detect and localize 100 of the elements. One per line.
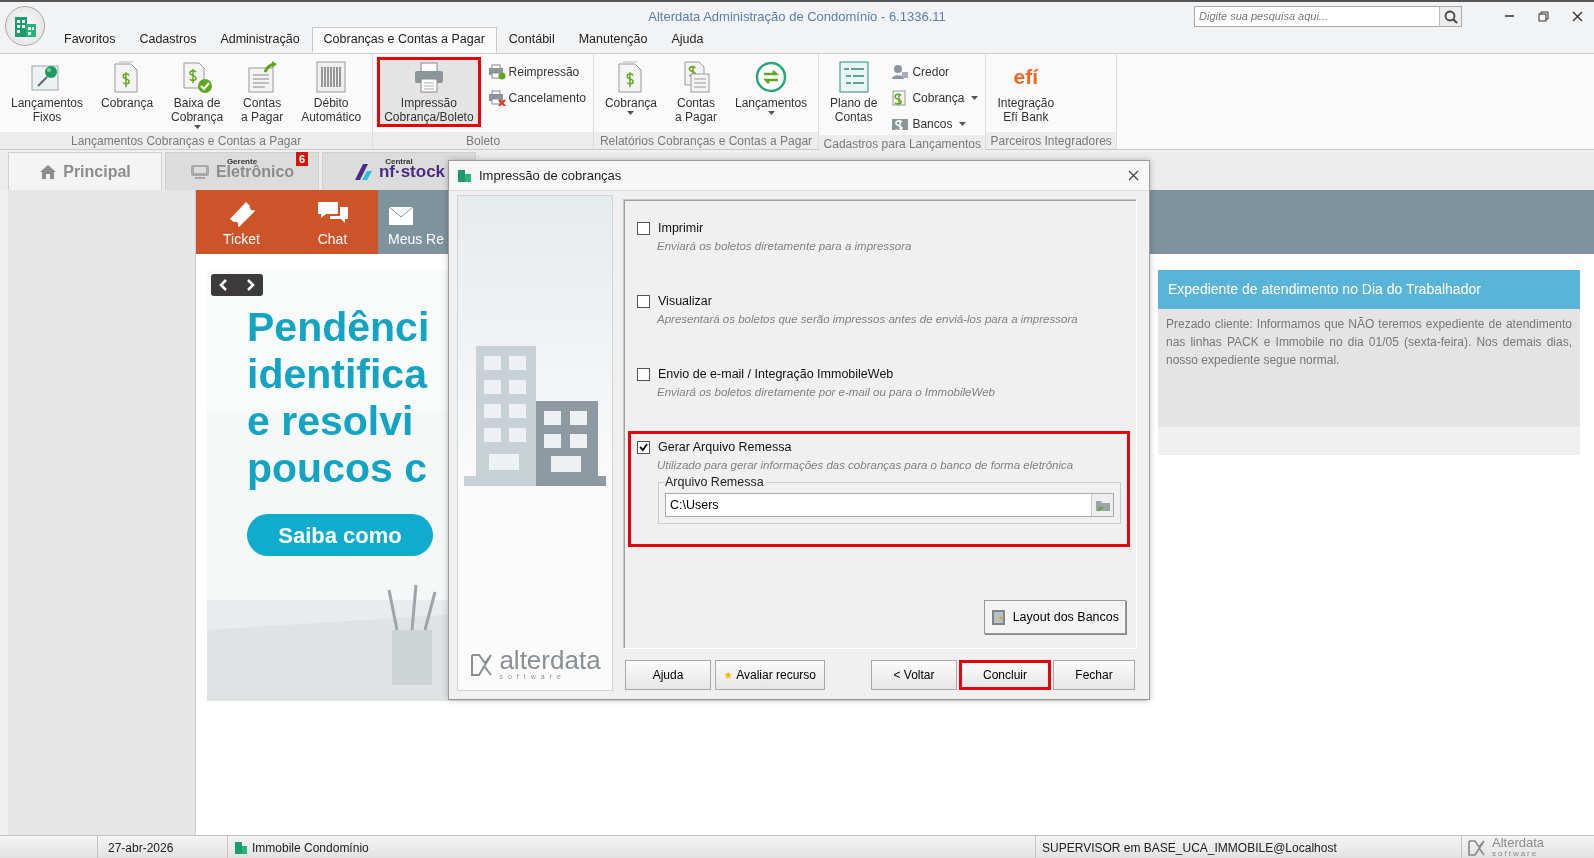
banner-headline: poucos c (247, 445, 427, 492)
quick-action-button[interactable]: Chat (287, 190, 378, 254)
menu-tab[interactable]: Cadastros (127, 27, 209, 53)
logo-icon (352, 161, 373, 182)
ribbon-button[interactable]: Impressão Cobrança/Boleto (377, 57, 481, 127)
banner-headline: identifica (247, 351, 427, 398)
ribbon-button[interactable]: Cobrança (94, 57, 161, 113)
logo-tagline: software (1492, 849, 1540, 858)
home-icon (39, 163, 58, 180)
count-badge: 6 (295, 152, 308, 166)
banner-headline: Pendênci (247, 304, 430, 351)
ribbon-button[interactable]: efí Integração Efí Bank (990, 57, 1062, 127)
date-text: 27-abr-2026 (108, 839, 174, 857)
menu-tab[interactable]: Ajuda (659, 27, 716, 53)
notice-text: Prezado cliente: Informamos que NÃO teremos expediente de atendimento nas linhas PACK e Immobile no dia 01/05 (sexta-feira). Nos demais dias, nosso expediente segue normal. (1158, 309, 1580, 427)
dollar-document-check-icon (180, 60, 215, 94)
option-description: Utilizado para gerar informações das cobranças para o banco de forma eletrônica (657, 457, 1075, 473)
caret-icon (767, 111, 775, 115)
ribbon-button[interactable]: Cancelamento (484, 87, 589, 109)
close-icon (1127, 170, 1139, 181)
menu-tab[interactable]: Contábil (496, 27, 567, 53)
search-field[interactable]: Digite sua pesquisa aqui... (1194, 6, 1462, 27)
dialog-button[interactable]: Ajuda (625, 660, 711, 690)
dialog-title: Impressão de cobranças (479, 166, 623, 185)
menu-tab[interactable]: Administração (208, 27, 312, 53)
ribbon-button[interactable]: Bancos (888, 113, 982, 135)
dialog-button[interactable]: < Voltar (871, 660, 957, 690)
option-label: Imprimir (658, 220, 704, 237)
file-path-field[interactable]: C:\Users (665, 493, 1114, 517)
chevron-left-icon (219, 279, 229, 291)
ribbon-button[interactable]: Contas a Pagar (668, 57, 724, 127)
option-label: Envio de e-mail / Integração ImmobileWeb (658, 366, 894, 383)
barcode-icon (314, 60, 349, 94)
dialog-button[interactable]: Avaliar recurso (715, 660, 825, 690)
document-tab[interactable]: Gerente Eletrônico 6 (165, 152, 319, 190)
option-label: Gerar Arquivo Remessa (658, 439, 792, 456)
search-icon (1443, 9, 1458, 24)
checkbox[interactable] (637, 294, 650, 308)
menu-tab[interactable]: Manutenção (566, 27, 660, 53)
option-description: Apresentará os boletos que serão impressos antes de enviá-los para a impressora (657, 311, 1079, 327)
logo-text: alterdata (499, 647, 601, 672)
printer-cross-icon (487, 90, 506, 106)
tab-caption: Central (385, 156, 413, 166)
option-description: Enviará os boletos diretamente para a impressora (657, 238, 913, 254)
tab-caption: Gerente (226, 156, 258, 166)
option-description: Enviará os boletos diretamente por e-mail ou para o ImmobileWeb (657, 384, 996, 400)
printer-refresh-icon (487, 64, 506, 80)
folder-icon (1094, 498, 1111, 512)
caret-icon (627, 111, 635, 115)
group-label: Lançamentos Cobranças e Contas a Pagar (0, 132, 373, 149)
ribbon-button[interactable]: Baixa de Cobrança (164, 57, 231, 132)
banner-headline: e resolvi (247, 398, 414, 445)
checkbox[interactable] (637, 221, 650, 235)
logo-text: Alterdata (1492, 837, 1545, 849)
group-label: Parceiros Integradores (986, 132, 1116, 149)
checkbox[interactable] (637, 367, 650, 381)
ribbon-button[interactable]: Cobrança (888, 87, 982, 109)
user-text: SUPERVISOR em BASE_UCA_IMMOBILE@Localhost (1042, 839, 1337, 857)
caret-icon (971, 96, 979, 100)
restore-icon (1536, 10, 1550, 23)
close-icon (1570, 10, 1584, 23)
dialog-button[interactable]: Concluir (959, 660, 1051, 690)
bank-logo: efí (1013, 64, 1039, 90)
group-label: Arquivo Remessa (665, 474, 766, 490)
browse-button[interactable] (1091, 494, 1113, 516)
ribbon-button[interactable]: Lançamentos (728, 57, 815, 118)
logo-icon (1468, 839, 1488, 856)
ribbon-button[interactable]: Plano de Contas (823, 57, 885, 127)
quick-action-button[interactable]: Ticket (196, 190, 287, 254)
window-title: Alterdata Administração de Condomínio - 6.1336.11 (647, 8, 946, 24)
ribbon-button[interactable]: Cobrança (597, 57, 664, 118)
search-field[interactable]: Digite sua pesquisa aqui... (1195, 8, 1439, 25)
group-label: Boleto (373, 132, 593, 149)
module-text: Immobile Condomínio (252, 839, 369, 857)
ribbon-button[interactable]: Credor (888, 61, 982, 83)
layout-button[interactable]: Layout dos Bancos (983, 600, 1126, 634)
building-icon (457, 168, 471, 183)
ribbon-button[interactable]: Contas a Pagar (234, 57, 291, 127)
option-label: Visualizar (658, 293, 712, 310)
group-label: Cadastros para Lançamentos (819, 135, 986, 152)
ribbon-button[interactable]: Reimpressão (484, 61, 589, 83)
caret-icon (193, 125, 201, 129)
money-icon (891, 116, 910, 132)
envelope-icon (388, 205, 414, 227)
menu-tab[interactable]: Cobranças e Contas a Pagar (311, 27, 497, 53)
caret-icon (959, 122, 967, 126)
checkmark-icon (639, 442, 648, 452)
menu-tab[interactable]: Favoritos (52, 27, 128, 53)
chevron-right-icon (245, 279, 255, 291)
dialog-button[interactable]: Fechar (1053, 660, 1135, 690)
ribbon-button[interactable]: Débito Automático (294, 57, 369, 127)
safe-icon (990, 608, 1007, 626)
group-label: Relatórios Cobranças e Contas a Pagar (593, 132, 819, 149)
notice-title: Expediente de atendimento no Dia do Trabalhador (1158, 270, 1580, 309)
monitor-icon (189, 163, 210, 180)
ribbon-button[interactable]: Lançamentos Fixos (4, 57, 91, 127)
building-icon (234, 840, 248, 855)
numbered-list-icon (836, 60, 871, 94)
checkbox[interactable] (637, 440, 650, 454)
search-button[interactable] (1439, 7, 1461, 26)
